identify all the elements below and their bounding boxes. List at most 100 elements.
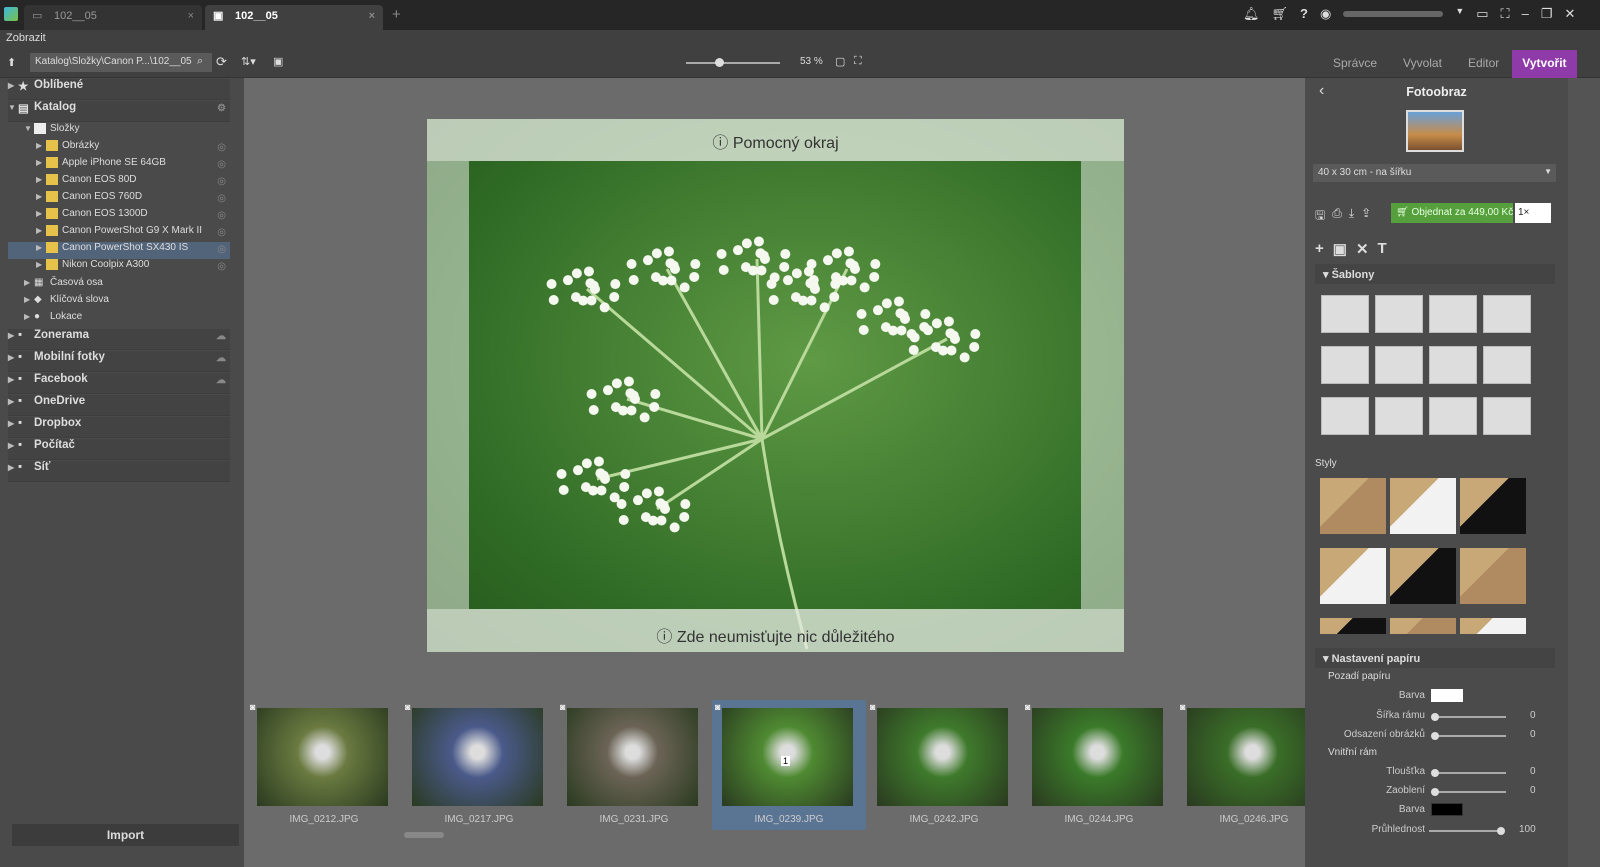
templates-header[interactable]: ▾ Šablony (1315, 264, 1555, 284)
tree-source[interactable]: ▶ ▪ Síť (8, 461, 230, 482)
style-thumb[interactable] (1320, 618, 1386, 634)
zoom-slider[interactable] (686, 58, 780, 67)
template-thumb[interactable] (1429, 346, 1477, 384)
folder-up-icon[interactable]: ⬆ (7, 56, 16, 69)
visibility-icon[interactable]: ◎ (217, 142, 226, 153)
filmstrip-thumb[interactable]: ◙ IMG_0217.JPG (402, 700, 556, 830)
style-thumb[interactable] (1320, 548, 1386, 604)
add-text-icon[interactable]: T (1378, 240, 1387, 258)
export-icon[interactable]: ⤓ (1349, 206, 1354, 227)
filmstrip-thumb[interactable]: ◙ IMG_0212.JPG (247, 700, 401, 830)
tree-source[interactable]: ▶ ▪ Facebook ☁ (8, 373, 230, 394)
template-thumb[interactable] (1321, 295, 1369, 333)
paper-settings-header[interactable]: ▾ Nastavení papíru (1315, 648, 1555, 668)
tree-folder-item[interactable]: ▶ Canon PowerShot SX430 IS ◎ (8, 242, 230, 259)
tree-favorites[interactable]: ▶ ★ Oblíbené (8, 79, 230, 100)
tree-source[interactable]: ▶ ▪ Počítač (8, 439, 230, 460)
frame-width-slider[interactable] (1431, 713, 1506, 721)
tree-folder-item[interactable]: ▶ Canon EOS 80D ◎ (8, 174, 230, 191)
template-thumb[interactable] (1483, 397, 1531, 435)
add-icon[interactable]: + (1315, 240, 1324, 258)
delete-icon[interactable]: ✕ (1356, 240, 1369, 258)
help-icon[interactable]: ? (1300, 6, 1308, 22)
import-button[interactable]: Import (12, 824, 239, 846)
close-tab-icon[interactable]: × (188, 10, 194, 22)
template-thumb[interactable] (1483, 346, 1531, 384)
template-thumb[interactable] (1321, 397, 1369, 435)
visibility-icon[interactable]: ◎ (217, 244, 226, 255)
monitor-icon[interactable]: ▭ (1476, 6, 1488, 22)
template-thumb[interactable] (1375, 346, 1423, 384)
tree-folder-item[interactable]: ▶ Canon PowerShot G9 X Mark II ◎ (8, 225, 230, 242)
inner-color-swatch[interactable] (1431, 803, 1463, 816)
cart-icon[interactable]: 🛒︎ (1272, 6, 1289, 22)
template-thumb[interactable] (1429, 397, 1477, 435)
filmstrip-scrollbar[interactable] (404, 832, 444, 838)
template-thumb[interactable] (1483, 295, 1531, 333)
tab-folder[interactable]: ▭ 102__05 × (24, 5, 202, 30)
account-dropdown-icon[interactable]: ▼ (1455, 6, 1464, 22)
visibility-icon[interactable]: ◎ (217, 159, 226, 170)
visibility-icon[interactable]: ◎ (217, 210, 226, 221)
add-folder-icon[interactable]: ▣ (1333, 240, 1347, 258)
size-select[interactable]: 40 x 30 cm - na šířku ▼ (1313, 164, 1556, 182)
minimize-icon[interactable]: – (1522, 6, 1529, 22)
visibility-icon[interactable]: ◎ (217, 227, 226, 238)
actual-size-icon[interactable]: ▢ (835, 55, 845, 68)
tree-folder-item[interactable]: ▶ Canon EOS 760D ◎ (8, 191, 230, 208)
style-thumb[interactable] (1460, 478, 1526, 534)
tree-source[interactable]: ▶ ▪ OneDrive (8, 395, 230, 416)
style-thumb[interactable] (1320, 478, 1386, 534)
bell-icon[interactable]: 🔔︎ (1243, 6, 1260, 22)
path-field[interactable]: Katalog\Složky\Canon P...\102__05 (30, 53, 212, 72)
print-icon[interactable]: ⎙ (1332, 206, 1342, 227)
style-thumb[interactable] (1390, 478, 1456, 534)
visibility-icon[interactable]: ◎ (217, 176, 226, 187)
quantity-stepper[interactable]: 1× (1515, 203, 1551, 223)
filmstrip-thumb[interactable]: ◙ IMG_0242.JPG (867, 700, 1021, 830)
restore-icon[interactable]: ❐ (1541, 6, 1553, 22)
account-email-blurred[interactable] (1343, 11, 1444, 17)
style-thumb[interactable] (1460, 618, 1526, 634)
tree-folder-item[interactable]: ▶ Nikon Coolpix A300 ◎ (8, 259, 230, 276)
tab-create[interactable]: ▣ 102__05 × (205, 5, 383, 30)
template-thumb[interactable] (1375, 397, 1423, 435)
order-button[interactable]: 🛒︎ Objednat za 449,00 Kč (1391, 203, 1513, 223)
search-icon[interactable]: ⌕ (197, 55, 203, 68)
style-thumb[interactable] (1390, 618, 1456, 634)
template-thumb[interactable] (1429, 295, 1477, 333)
tree-folders[interactable]: ▼ Složky (8, 123, 230, 140)
new-folder-icon[interactable]: ▣ (273, 55, 283, 68)
paper-color-swatch[interactable] (1431, 689, 1463, 702)
fit-icon[interactable]: ⛶ (854, 55, 862, 68)
tree-timeline[interactable]: ▶ ▦ Časová osa (8, 277, 230, 294)
thickness-slider[interactable] (1431, 769, 1506, 777)
visibility-icon[interactable]: ◎ (217, 261, 226, 272)
filmstrip-thumb[interactable]: ◙ 1 IMG_0239.JPG (712, 700, 866, 830)
sort-icon[interactable]: ⇅▾ (241, 55, 256, 68)
user-icon[interactable]: ◉ (1320, 6, 1331, 22)
tree-source[interactable]: ▶ ▪ Dropbox (8, 417, 230, 438)
new-tab-button[interactable]: + (392, 6, 401, 23)
filmstrip-thumb[interactable]: ◙ IMG_0244.JPG (1022, 700, 1176, 830)
tree-folder-item[interactable]: ▶ Canon EOS 1300D ◎ (8, 208, 230, 225)
save-icon[interactable]: 🖫 (1315, 206, 1325, 227)
style-thumb[interactable] (1390, 548, 1456, 604)
tree-folder-item[interactable]: ▶ Obrázky ◎ (8, 140, 230, 157)
close-icon[interactable]: ✕ (1565, 6, 1576, 22)
panel-scrollbar[interactable] (1568, 78, 1600, 867)
photo-canvas[interactable]: ⓘ Pomocný okraj ⓘ Zde neumisťujte nic dů… (427, 119, 1124, 652)
mode-create[interactable]: Vytvořit (1512, 50, 1577, 78)
rounding-slider[interactable] (1431, 788, 1506, 796)
mode-manager[interactable]: Správce (1320, 50, 1390, 78)
tree-folder-item[interactable]: ▶ Apple iPhone SE 64GB ◎ (8, 157, 230, 174)
share-icon[interactable]: ⇪ (1361, 206, 1371, 227)
fullscreen-icon[interactable]: ⛶ (1501, 6, 1510, 22)
tree-source[interactable]: ▶ ▪ Zonerama ☁ (8, 329, 230, 350)
menu-view[interactable]: Zobrazit (6, 32, 46, 44)
close-tab-icon[interactable]: × (369, 10, 375, 22)
offset-slider[interactable] (1431, 732, 1506, 740)
template-thumb[interactable] (1375, 295, 1423, 333)
mode-editor[interactable]: Editor (1455, 50, 1512, 78)
tree-keywords[interactable]: ▶ ◆ Klíčová slova (8, 294, 230, 311)
